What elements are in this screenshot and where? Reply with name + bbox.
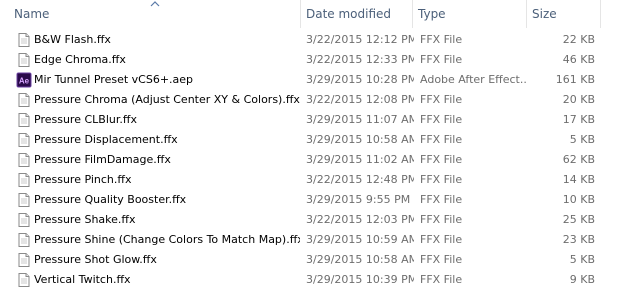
file-row[interactable]: Ae Mir Tunnel Preset vCS6+.aep 3/29/2015 1… [0,70,620,90]
ffx-file-icon [16,52,32,68]
ffx-file-icon [16,212,32,228]
file-type: FFX File [420,113,463,126]
file-name: Pressure Chroma (Adjust Center XY & Colo… [34,93,300,106]
file-date-modified: 3/22/2015 12:03 PM [306,213,414,226]
file-size: 62 KB [562,153,595,166]
file-row[interactable]: Pressure Displacement.ffx 3/29/2015 10:58… [0,130,620,150]
file-size: 5 KB [569,253,595,266]
file-date-modified: 3/29/2015 10:28 PM [306,73,414,86]
file-size: 22 KB [562,33,595,46]
file-type: FFX File [420,193,463,206]
file-row[interactable]: Pressure Pinch.ffx 3/22/2015 12:48 PM FFX … [0,170,620,190]
file-name: Pressure Displacement.ffx [34,133,178,146]
file-date-modified: 3/29/2015 10:58 AM [306,253,414,266]
file-size: 5 KB [569,133,595,146]
file-row[interactable]: Pressure Quality Booster.ffx 3/29/2015 9:… [0,190,620,210]
file-date-modified: 3/22/2015 12:12 PM [306,33,414,46]
file-row[interactable]: Vertical Twitch.ffx 3/29/2015 10:39 PM FFX… [0,270,620,290]
file-name: Pressure FilmDamage.ffx [34,153,171,166]
file-row[interactable]: Pressure Shake.ffx 3/22/2015 12:03 PM FFX … [0,210,620,230]
file-name: Edge Chroma.ffx [34,53,126,66]
sort-ascending-icon [150,1,160,7]
column-header-date-modified[interactable]: Date modified [300,0,412,28]
ffx-file-icon [16,112,32,128]
file-size: 25 KB [562,213,595,226]
file-name: Mir Tunnel Preset vCS6+.aep [34,73,194,86]
after-effects-project-icon: Ae [16,72,32,88]
ffx-file-icon [16,252,32,268]
file-date-modified: 3/29/2015 10:58 AM [306,133,414,146]
file-name: Pressure Pinch.ffx [34,173,132,186]
column-header-type[interactable]: Type [412,0,526,28]
file-row[interactable]: Edge Chroma.ffx 3/22/2015 12:33 PM FFX Fil… [0,50,620,70]
file-name: Pressure Shake.ffx [34,213,136,226]
file-size: 9 KB [569,273,595,286]
file-name: B&W Flash.ffx [34,33,111,46]
file-size: 14 KB [562,173,595,186]
ffx-file-icon [16,172,32,188]
file-date-modified: 3/22/2015 12:48 PM [306,173,414,186]
ffx-file-icon [16,132,32,148]
file-size: 46 KB [562,53,595,66]
ffx-file-icon [16,192,32,208]
ffx-file-icon [16,232,32,248]
file-name: Pressure Shot Glow.ffx [34,253,157,266]
file-type: FFX File [420,153,463,166]
file-size: 10 KB [562,193,595,206]
file-date-modified: 3/29/2015 9:55 PM [306,193,411,206]
file-row[interactable]: Pressure Chroma (Adjust Center XY & Colo… [0,90,620,110]
file-date-modified: 3/22/2015 12:08 PM [306,93,414,106]
file-date-modified: 3/22/2015 12:33 PM [306,53,414,66]
ffx-file-icon [16,92,32,108]
file-type: FFX File [420,213,463,226]
ffx-file-icon [16,32,32,48]
file-row[interactable]: Pressure Shine (Change Colors To Match M… [0,230,620,250]
file-size: 23 KB [562,233,595,246]
column-divider[interactable] [600,0,601,28]
file-date-modified: 3/29/2015 11:02 AM [306,153,414,166]
file-row[interactable]: Pressure Shot Glow.ffx 3/29/2015 10:58 AM… [0,250,620,270]
file-size: 20 KB [562,93,595,106]
file-type: FFX File [420,53,463,66]
file-date-modified: 3/29/2015 11:07 AM [306,113,414,126]
file-name: Pressure Shine (Change Colors To Match M… [34,233,300,246]
ffx-file-icon [16,272,32,288]
file-type: FFX File [420,253,463,266]
file-type: FFX File [420,33,463,46]
file-type: Adobe After Effect... [420,73,528,86]
file-name: Vertical Twitch.ffx [34,273,131,286]
file-date-modified: 3/29/2015 10:59 AM [306,233,414,246]
file-type: FFX File [420,133,463,146]
file-size: 161 KB [555,73,595,86]
column-header-bar: Name Date modified Type Size [0,0,620,28]
file-type: FFX File [420,233,463,246]
file-row[interactable]: Pressure FilmDamage.ffx 3/29/2015 11:02 A… [0,150,620,170]
file-name: Pressure CLBlur.ffx [34,113,137,126]
svg-text:Ae: Ae [19,77,30,86]
file-name: Pressure Quality Booster.ffx [34,193,187,206]
file-date-modified: 3/29/2015 10:39 PM [306,273,414,286]
file-type: FFX File [420,273,463,286]
file-size: 17 KB [562,113,595,126]
file-row[interactable]: B&W Flash.ffx 3/22/2015 12:12 PM FFX File 2… [0,30,620,50]
column-header-size[interactable]: Size [526,0,600,28]
file-type: FFX File [420,173,463,186]
ffx-file-icon [16,152,32,168]
file-type: FFX File [420,93,463,106]
file-row[interactable]: Pressure CLBlur.ffx 3/29/2015 11:07 AM FFX… [0,110,620,130]
